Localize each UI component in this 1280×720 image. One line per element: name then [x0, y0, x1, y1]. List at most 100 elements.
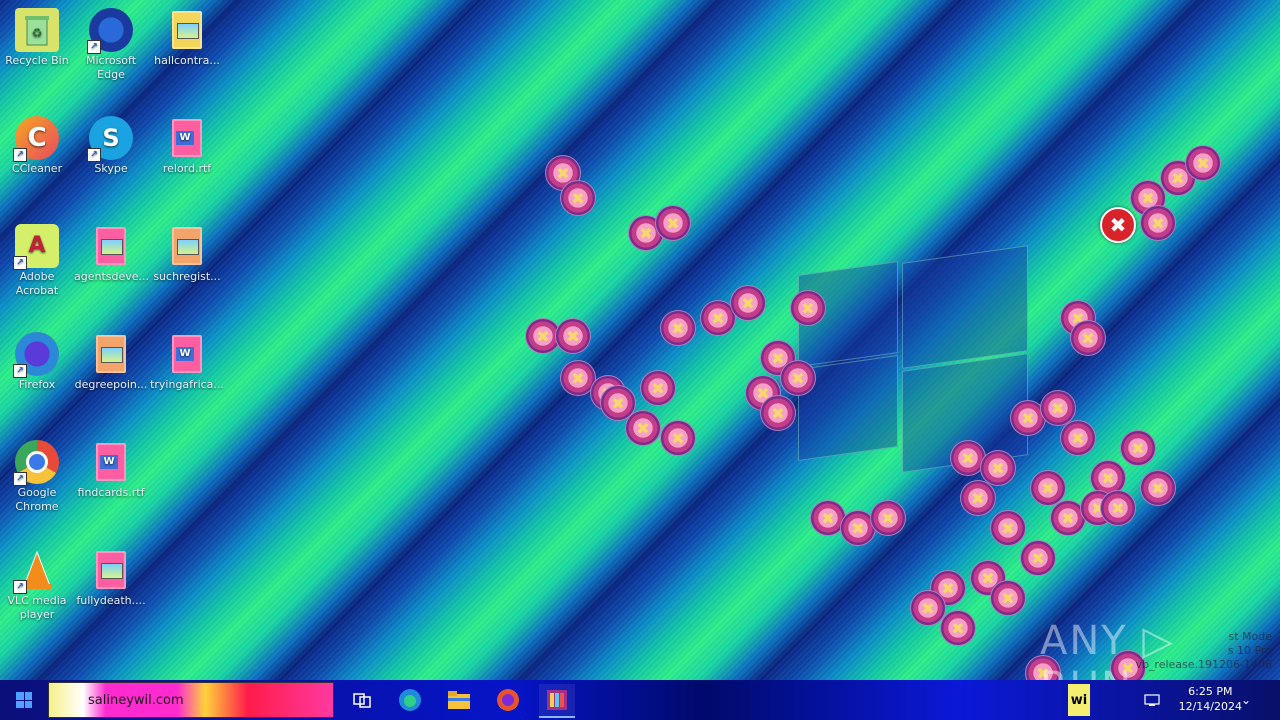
desktop-icon-label: Microsoft Edge — [85, 54, 137, 81]
desktop-icon-hallcontra[interactable]: hallcontra... — [150, 8, 224, 68]
shortcut-arrow-icon: ↗ — [13, 580, 27, 594]
network-icon — [1144, 694, 1160, 706]
ccleaner-icon: C ↗ — [13, 116, 59, 162]
desktop-icon-suchregist[interactable]: suchregist... — [150, 224, 224, 284]
desktop-icon-label: degreepoin... — [74, 378, 148, 391]
edge-icon — [399, 689, 421, 711]
error-icon: ✖ — [990, 580, 1026, 616]
desktop-icon-relord[interactable]: W relord.rtf — [150, 116, 224, 176]
acrobat-icon: A ↗ — [13, 224, 59, 270]
desktop-icon-agentsdeve[interactable]: agentsdeve... — [74, 224, 150, 284]
skype-icon: S ↗ — [87, 116, 133, 162]
desktop-icon-label: findcards.rtf — [77, 486, 145, 499]
error-icon: ✖ — [990, 510, 1026, 546]
shortcut-arrow-icon: ↗ — [13, 148, 27, 162]
error-icon: ✖ — [1060, 420, 1096, 456]
error-icon: ✖ — [1020, 540, 1056, 576]
error-icon: ✖ — [1100, 490, 1136, 526]
taskbar-search-text: salineywil.com — [88, 693, 184, 708]
desktop-icon-label: agentsdeve... — [74, 270, 150, 283]
desktop-icon-chrome[interactable]: ↗ Google Chrome — [0, 440, 74, 514]
desktop-icon-label: relord.rtf — [162, 162, 212, 175]
error-icon: ✖ — [780, 360, 816, 396]
error-icon: ✖ — [1185, 145, 1221, 181]
shortcut-arrow-icon: ↗ — [13, 256, 27, 270]
taskbar-file-explorer-button[interactable] — [441, 684, 477, 716]
error-icon: ✖ — [760, 395, 796, 431]
desktop-icon-vlc[interactable]: ↗ VLC media player — [0, 548, 74, 622]
desktop-icon-skype[interactable]: S ↗ Skype — [74, 116, 148, 176]
windows-start-icon — [16, 692, 32, 708]
firefox-icon: ↗ — [13, 332, 59, 378]
error-icon: ✖ — [660, 310, 696, 346]
error-icon: ✖ — [1120, 430, 1156, 466]
desktop-icon-ccleaner[interactable]: C ↗ CCleaner — [0, 116, 74, 176]
system-clock[interactable]: 6:25 PM 12/14/2024 — [1179, 684, 1242, 714]
desktop-icon-label: hallcontra... — [154, 54, 220, 67]
network-tray-button[interactable] — [1140, 684, 1164, 716]
desktop-icon-firefox[interactable]: ↗ Firefox — [0, 332, 74, 392]
image-file-icon — [89, 224, 133, 268]
error-icon: ✖ — [625, 410, 661, 446]
error-icon: ✖ — [960, 480, 996, 516]
desktop-icon-label: CCleaner — [11, 162, 63, 175]
word-file-icon: W — [165, 116, 209, 160]
desktop-icon-label: Recycle Bin — [5, 54, 69, 67]
desktop-icon-label: tryingafrica... — [150, 378, 224, 391]
firefox-icon — [497, 689, 519, 711]
desktop-icon-label: suchregist... — [153, 270, 221, 283]
error-icon: ✖ — [1030, 470, 1066, 506]
error-icon: ✖ — [555, 318, 591, 354]
desktop-icon-label: Skype — [94, 162, 128, 175]
edge-icon: ↗ — [87, 8, 133, 54]
chevron-down-icon: ⌄ — [1240, 693, 1252, 707]
taskbar-firefox-button[interactable] — [490, 684, 526, 716]
taskbar-winrar-button[interactable] — [539, 684, 575, 718]
shortcut-arrow-icon: ↗ — [13, 472, 27, 486]
error-dialog-icon[interactable]: ✖ — [1100, 207, 1136, 243]
recycle-bin-icon: ♻ — [15, 8, 59, 52]
desktop-icon-tryingafrica[interactable]: W tryingafrica... — [150, 332, 224, 392]
desktop-icon-findcards[interactable]: W findcards.rtf — [74, 440, 148, 500]
windows-test-mode-text: st Mode s 10 Pro vb_release.191206-1406 — [1135, 630, 1272, 671]
image-file-icon — [89, 548, 133, 592]
shortcut-arrow-icon: ↗ — [13, 364, 27, 378]
desktop-icon-label: Adobe Acrobat — [15, 270, 59, 297]
desktop-icon-degreepoin[interactable]: degreepoin... — [74, 332, 148, 392]
vlc-icon: ↗ — [13, 548, 59, 594]
word-file-icon: W — [165, 332, 209, 376]
error-icon: ✖ — [940, 610, 976, 646]
desktop-icon-label: fullydeath.... — [76, 594, 146, 607]
shortcut-arrow-icon: ↗ — [87, 148, 101, 162]
error-icon: ✖ — [660, 420, 696, 456]
task-view-icon — [353, 693, 371, 708]
error-icon: ✖ — [870, 500, 906, 536]
error-icon: ✖ — [1140, 205, 1176, 241]
desktop-icon-recycle-bin[interactable]: ♻ Recycle Bin — [0, 8, 74, 68]
error-icon: ✖ — [790, 290, 826, 326]
desktop-icon-acrobat[interactable]: A ↗ Adobe Acrobat — [0, 224, 74, 298]
shortcut-arrow-icon: ↗ — [87, 40, 101, 54]
taskbar-edge-button[interactable] — [392, 684, 428, 716]
tray-app-label[interactable]: wi — [1068, 684, 1090, 716]
desktop-icon-fullydeath[interactable]: fullydeath.... — [74, 548, 148, 608]
windows-logo-wallpaper — [798, 244, 1028, 473]
image-file-icon — [89, 332, 133, 376]
desktop-icon-edge[interactable]: ↗ Microsoft Edge — [74, 8, 148, 82]
folder-icon — [448, 691, 470, 709]
image-file-icon — [165, 8, 209, 52]
show-desktop-chevron[interactable]: ⌄ — [1236, 684, 1256, 716]
clock-time: 6:25 PM — [1188, 685, 1233, 698]
clock-date: 12/14/2024 — [1178, 700, 1242, 713]
error-icon: ✖ — [1140, 470, 1176, 506]
winrar-icon — [547, 690, 567, 710]
error-icon: ✖ — [730, 285, 766, 321]
image-file-icon — [165, 224, 209, 268]
word-file-icon: W — [89, 440, 133, 484]
error-icon: ✖ — [1070, 320, 1106, 356]
task-view-button[interactable] — [344, 684, 380, 716]
start-button[interactable] — [0, 680, 48, 720]
desktop-icon-label: Firefox — [18, 378, 56, 391]
desktop-icon-label: Google Chrome — [15, 486, 59, 513]
error-icon: ✖ — [560, 180, 596, 216]
